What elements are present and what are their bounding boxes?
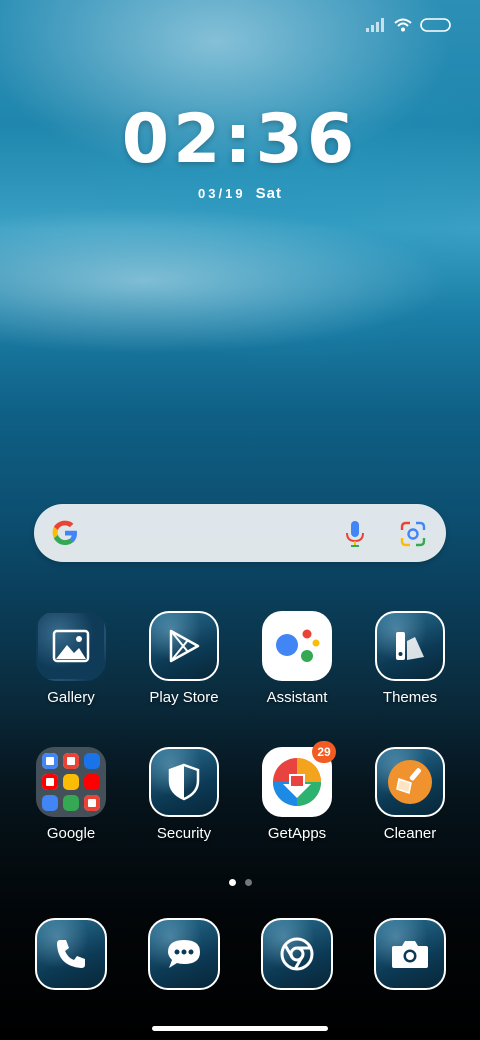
camera-icon — [374, 918, 446, 990]
themes-icon — [375, 611, 445, 681]
app-label: Play Store — [149, 689, 219, 706]
gallery-icon — [36, 611, 106, 681]
wifi-icon — [394, 18, 412, 32]
app-label: Security — [156, 825, 212, 842]
app-label: Google — [46, 825, 96, 842]
notification-badge: 29 — [312, 741, 336, 763]
app-cleaner[interactable]: Cleaner — [355, 747, 465, 842]
app-label: GetApps — [267, 825, 327, 842]
app-gallery[interactable]: Gallery — [16, 611, 126, 706]
app-label: Assistant — [266, 689, 328, 706]
app-label: Cleaner — [383, 825, 437, 842]
clock-widget[interactable]: 02:36 03/19 Sat — [0, 100, 480, 202]
dock — [0, 918, 480, 1038]
app-label: Gallery — [47, 689, 95, 706]
getapps-icon: 29 — [262, 741, 336, 817]
page-dot-active — [228, 879, 236, 886]
app-row-1: Gallery Play Store Assistant Themes — [0, 611, 480, 731]
app-google-folder[interactable]: Google — [16, 747, 126, 842]
phone-icon — [35, 918, 107, 990]
page-dot — [244, 879, 252, 886]
signal-icon — [366, 18, 384, 32]
app-getapps[interactable]: 29 GetApps — [242, 741, 352, 842]
lens-icon[interactable] — [400, 521, 426, 547]
dock-chrome[interactable] — [242, 918, 352, 990]
app-security[interactable]: Security — [129, 747, 239, 842]
dock-phone[interactable] — [16, 918, 126, 990]
dock-messages[interactable] — [129, 918, 239, 990]
clock-time: 02:36 — [121, 100, 359, 179]
page-indicator — [0, 879, 480, 886]
battery-icon — [420, 18, 451, 32]
app-row-2: Google Security 29 GetApps Cleaner — [0, 741, 480, 867]
google-search-bar[interactable] — [34, 504, 446, 562]
chrome-icon — [261, 918, 333, 990]
gesture-nav-bar[interactable] — [152, 1026, 328, 1031]
assistant-icon — [262, 611, 332, 681]
folder-icon — [36, 747, 106, 817]
app-assistant[interactable]: Assistant — [242, 611, 352, 706]
play-store-icon — [149, 611, 219, 681]
clock-date: 03/19 — [198, 186, 246, 201]
google-g-icon — [52, 520, 77, 545]
broom-icon — [375, 747, 445, 817]
messages-icon — [148, 918, 220, 990]
mic-icon[interactable] — [344, 520, 366, 548]
status-bar — [0, 0, 480, 52]
app-play-store[interactable]: Play Store — [129, 611, 239, 706]
app-themes[interactable]: Themes — [355, 611, 465, 706]
dock-camera[interactable] — [355, 918, 465, 990]
app-label: Themes — [382, 689, 438, 706]
shield-icon — [149, 747, 219, 817]
clock-day: Sat — [255, 185, 282, 202]
